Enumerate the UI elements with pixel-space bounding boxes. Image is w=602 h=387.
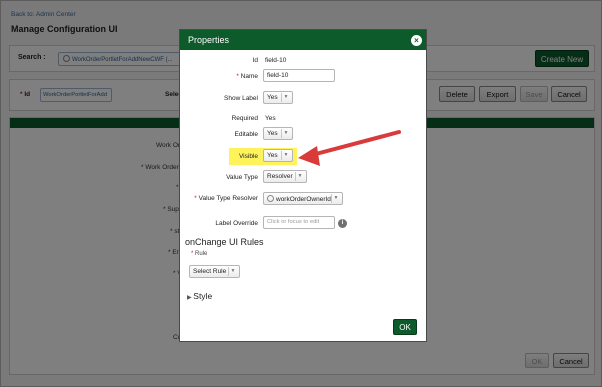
annotation-arrow [298, 130, 401, 166]
arrow-shaft [310, 130, 401, 157]
arrow-head [298, 146, 320, 166]
